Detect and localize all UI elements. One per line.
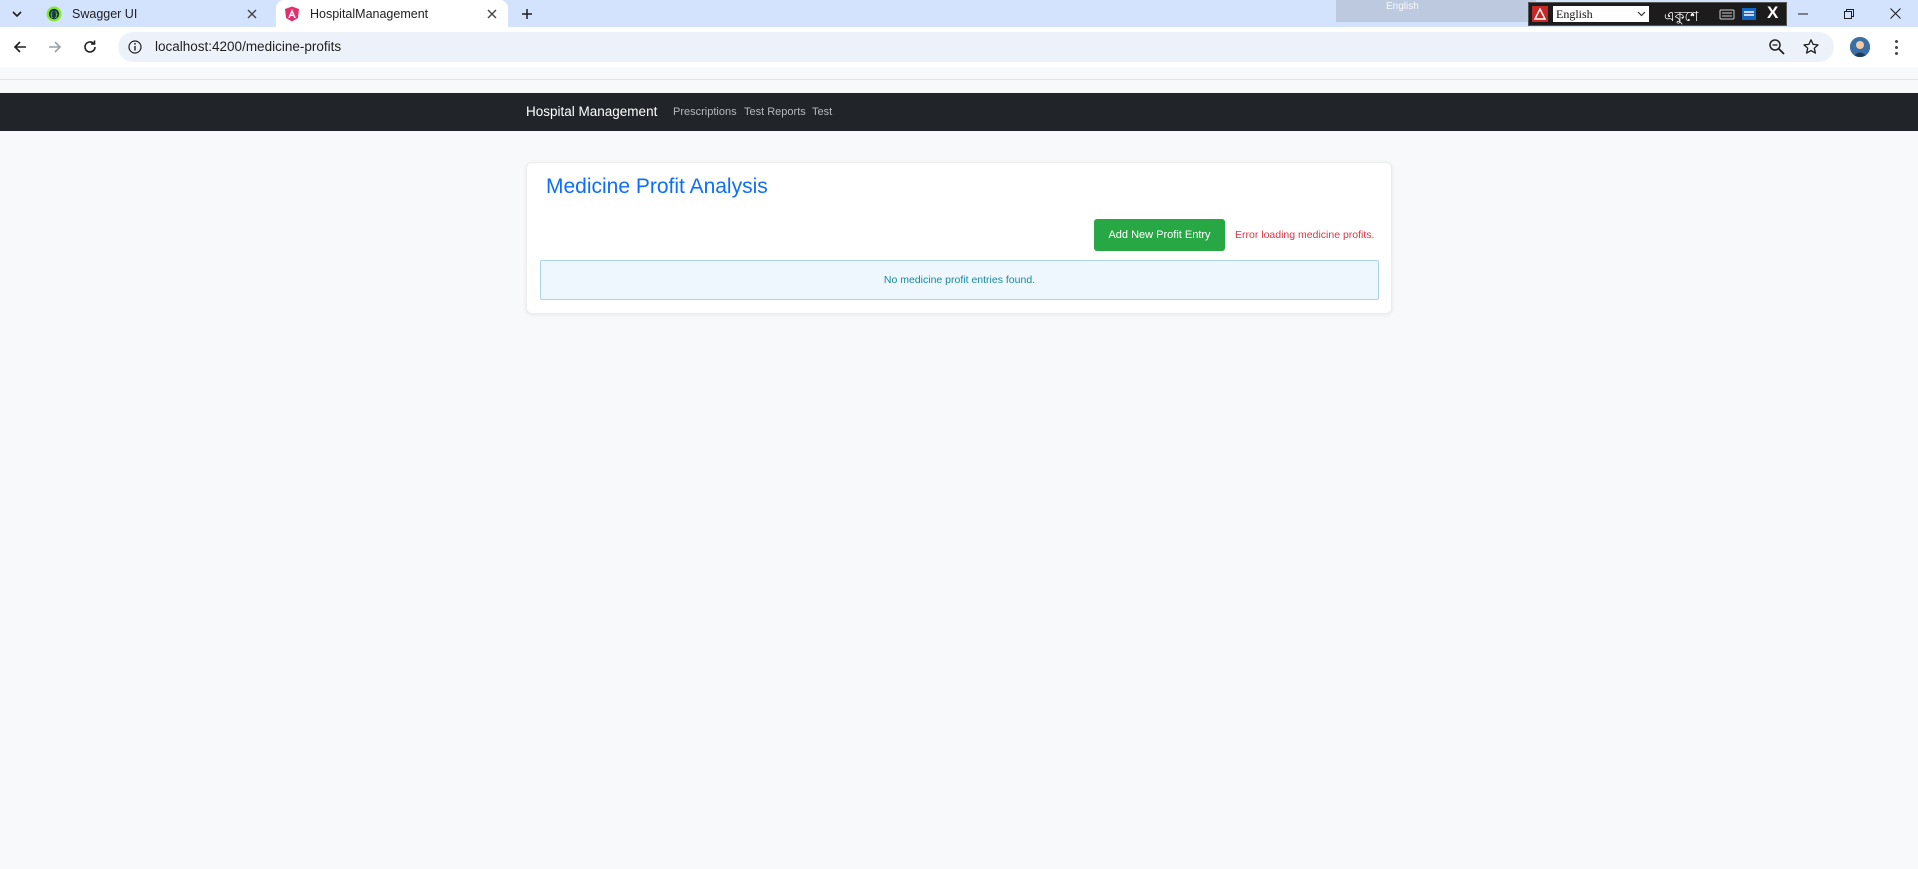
page-title: Medicine Profit Analysis bbox=[546, 175, 768, 198]
forward-button[interactable] bbox=[44, 36, 66, 58]
chevron-down-icon bbox=[12, 11, 22, 18]
ime-language-text: English bbox=[1386, 1, 1419, 12]
address-bar[interactable]: localhost:4200/medicine-profits bbox=[118, 32, 1834, 62]
nav-link-test-reports[interactable]: Test Reports bbox=[744, 106, 806, 118]
keyboard-icon[interactable] bbox=[1719, 7, 1735, 21]
ime-close-button[interactable]: X bbox=[1767, 3, 1778, 23]
ime-bangla-label: একুশে bbox=[1664, 9, 1699, 25]
back-button[interactable] bbox=[9, 36, 31, 58]
navbar-brand[interactable]: Hospital Management bbox=[526, 104, 657, 119]
restore-button[interactable] bbox=[1826, 0, 1872, 27]
close-tab-icon[interactable] bbox=[484, 6, 500, 22]
tab-search-button[interactable] bbox=[6, 4, 28, 24]
plus-icon bbox=[522, 9, 532, 19]
ime-language-bar: English একুশে X bbox=[1528, 2, 1787, 26]
url-text: localhost:4200/medicine-profits bbox=[155, 39, 342, 54]
browser-menu-button[interactable] bbox=[1888, 37, 1904, 57]
close-icon bbox=[1889, 8, 1901, 19]
svg-text:{}: {} bbox=[50, 11, 59, 19]
chevron-down-icon bbox=[1637, 6, 1646, 22]
browser-tab-strip: {} Swagger UI HospitalManagement English… bbox=[0, 0, 1918, 27]
restore-icon bbox=[1844, 8, 1854, 19]
empty-state-text: No medicine profit entries found. bbox=[883, 274, 1036, 286]
app-navbar: Hospital Management Prescriptions Test R… bbox=[0, 93, 1918, 131]
new-tab-button[interactable] bbox=[516, 4, 538, 24]
error-message: Error loading medicine profits. bbox=[1235, 229, 1375, 241]
ime-selected-language: English bbox=[1556, 7, 1593, 21]
tab-title: HospitalManagement bbox=[310, 6, 429, 21]
nav-link-prescriptions[interactable]: Prescriptions bbox=[673, 106, 737, 118]
ime-logo-icon bbox=[1532, 6, 1548, 22]
ime-toolbar-shadow: English bbox=[1336, 0, 1536, 22]
chrome-divider bbox=[0, 79, 1918, 80]
ime-language-select[interactable]: English bbox=[1553, 6, 1649, 22]
close-window-button[interactable] bbox=[1872, 0, 1918, 27]
medicine-profit-card: Medicine Profit Analysis Add New Profit … bbox=[526, 162, 1392, 314]
swagger-favicon-icon: {} bbox=[46, 6, 62, 22]
browser-toolbar: localhost:4200/medicine-profits bbox=[0, 27, 1918, 67]
close-tab-icon[interactable] bbox=[244, 6, 260, 22]
settings-panel-icon[interactable] bbox=[1741, 7, 1757, 21]
nav-link-test[interactable]: Test bbox=[812, 106, 832, 118]
tab-swagger-ui[interactable]: {} Swagger UI bbox=[38, 0, 268, 27]
empty-state-alert: No medicine profit entries found. bbox=[540, 260, 1379, 300]
zoom-icon[interactable] bbox=[1768, 38, 1786, 56]
profile-avatar[interactable] bbox=[1850, 37, 1870, 57]
reload-icon bbox=[84, 40, 96, 53]
add-profit-entry-button[interactable]: Add New Profit Entry bbox=[1094, 219, 1225, 251]
tab-hospital-management[interactable]: HospitalManagement bbox=[276, 0, 508, 27]
bookmark-star-icon[interactable] bbox=[1802, 38, 1820, 56]
angular-favicon-icon bbox=[284, 6, 300, 22]
arrow-left-icon bbox=[13, 41, 26, 53]
tab-title: Swagger UI bbox=[72, 6, 138, 21]
minimize-button[interactable] bbox=[1780, 0, 1826, 27]
reload-button[interactable] bbox=[79, 36, 101, 58]
arrow-right-icon bbox=[49, 41, 62, 53]
site-info-icon[interactable] bbox=[127, 39, 143, 55]
minimize-icon bbox=[1798, 13, 1808, 14]
